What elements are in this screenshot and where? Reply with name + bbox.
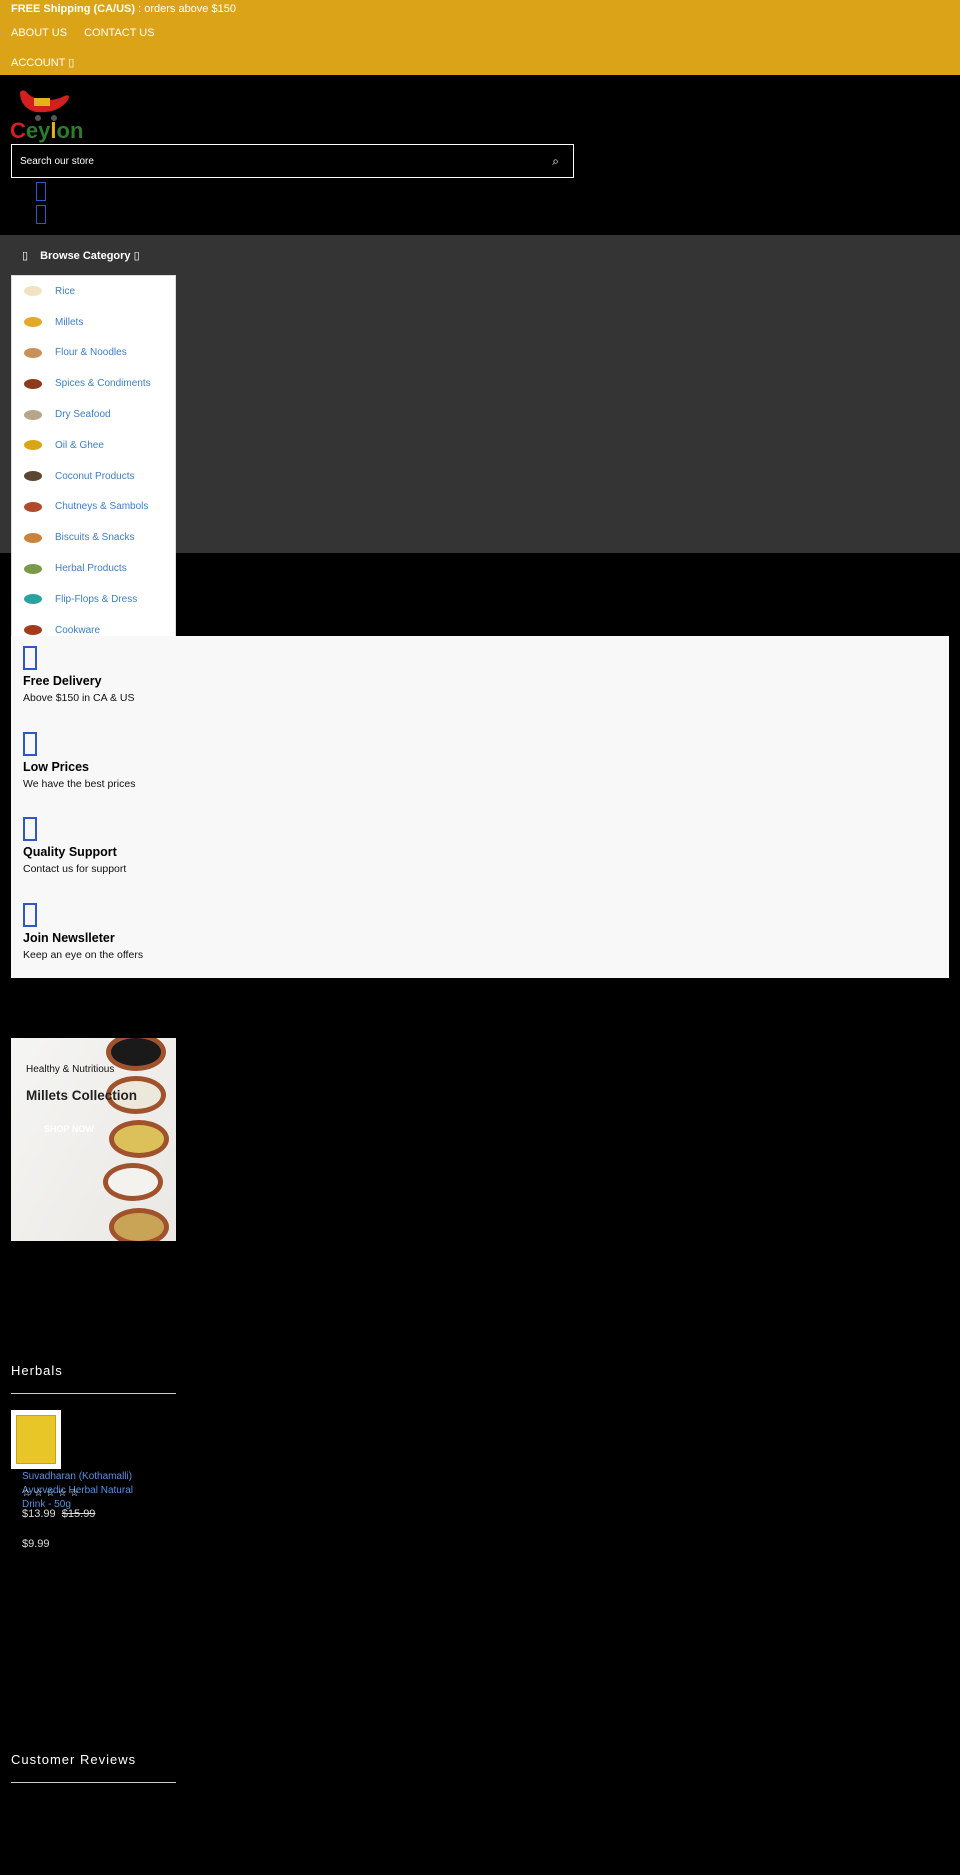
tag-icon	[23, 732, 37, 756]
customer-reviews-title: Customer Reviews	[11, 1752, 137, 1767]
product-image[interactable]	[11, 1410, 61, 1469]
contact-us-link[interactable]: CONTACT US	[84, 27, 155, 39]
spoon-image	[109, 1120, 169, 1158]
category-icon	[24, 563, 42, 574]
feature-newsletter: Join Newslleter Keep an eye on the offers	[23, 903, 143, 961]
category-icon	[24, 378, 42, 389]
category-item[interactable]: Biscuits & Snacks	[12, 522, 175, 553]
top-bar: FREE Shipping (CA/US) : orders above $15…	[0, 0, 960, 75]
category-menu: Rice Millets Flour & Noodles Spices & Condi…	[11, 275, 176, 675]
about-us-link[interactable]: ABOUT US	[11, 27, 67, 39]
millets-banner[interactable]: Healthy & Nutritious Millets Collection …	[11, 1038, 176, 1241]
wishlist-icon[interactable]	[36, 182, 46, 201]
truck-icon	[23, 646, 37, 670]
browse-category-button[interactable]: ▯ Browse Category ▯	[22, 249, 152, 262]
category-icon	[24, 532, 42, 543]
feature-low-prices: Low Prices We have the best prices	[23, 732, 135, 790]
cart-icon[interactable]	[36, 205, 46, 224]
chevron-down-icon: ▯	[133, 250, 140, 262]
category-item[interactable]: Oil & Ghee	[12, 430, 175, 461]
star-rating: ☆☆☆☆☆	[22, 1488, 82, 1499]
category-icon	[24, 347, 42, 358]
spoon-image	[109, 1208, 169, 1241]
support-icon	[23, 817, 37, 841]
category-item[interactable]: Millets	[12, 307, 175, 338]
category-icon	[24, 625, 42, 636]
product-price: $9.99	[22, 1538, 50, 1550]
feature-quality-support: Quality Support Contact us for support	[23, 817, 126, 875]
category-item[interactable]: Coconut Products	[12, 461, 175, 492]
category-icon	[24, 286, 42, 297]
logo[interactable]: Ceylon	[10, 86, 92, 144]
shipping-notice: FREE Shipping (CA/US) : orders above $15…	[11, 3, 236, 15]
category-item[interactable]: Dry Seafood	[12, 399, 175, 430]
category-icon	[24, 409, 42, 420]
mail-icon	[23, 903, 37, 927]
category-item[interactable]: Flip-Flops & Dress	[12, 584, 175, 615]
category-icon	[24, 501, 42, 512]
divider	[11, 1782, 176, 1783]
svg-text:Ceylon: Ceylon	[10, 118, 83, 143]
category-item[interactable]: Chutneys & Sambols	[12, 492, 175, 523]
category-item[interactable]: Flour & Noodles	[12, 338, 175, 369]
category-icon	[24, 471, 42, 482]
feature-free-delivery: Free Delivery Above $150 in CA & US	[23, 646, 135, 704]
spoon-image	[106, 1038, 166, 1071]
search-icon[interactable]: ⌕	[552, 154, 559, 169]
divider	[11, 1393, 176, 1394]
category-icon	[24, 440, 42, 451]
category-item[interactable]: Herbal Products	[12, 553, 175, 584]
chevron-down-icon: ▯	[68, 57, 75, 69]
product-price: $13.99 $15.99	[22, 1508, 96, 1520]
category-icon	[24, 317, 42, 328]
category-item[interactable]: Spices & Condiments	[12, 368, 175, 399]
shop-now-button[interactable]: SHOP NOW	[44, 1124, 94, 1134]
features-section: Free Delivery Above $150 in CA & US Low P…	[11, 636, 949, 978]
spoon-image	[103, 1163, 163, 1201]
category-icon	[24, 594, 42, 605]
search-input[interactable]: Search our store ⌕	[11, 144, 574, 178]
herbals-title: Herbals	[11, 1363, 63, 1378]
category-item[interactable]: Rice	[12, 276, 175, 307]
menu-icon: ▯	[22, 250, 29, 262]
account-menu[interactable]: ACCOUNT ▯	[11, 56, 74, 69]
